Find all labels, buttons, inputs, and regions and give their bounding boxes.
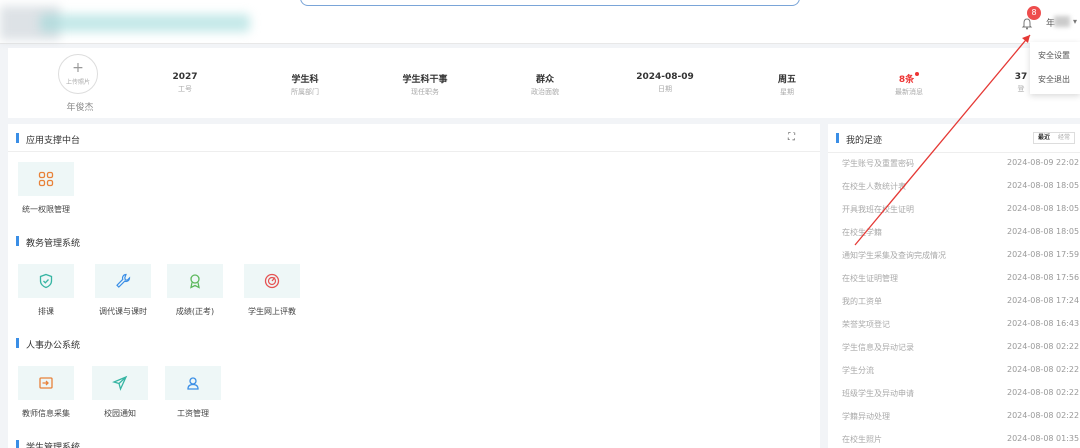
list-item[interactable]: 班级学生及异动申请 2024-08-08 02:22	[842, 388, 1080, 399]
list-item[interactable]: 荣誉奖项登记 2024-08-08 16:43	[842, 319, 1080, 330]
menu-item-security-settings[interactable]: 安全设置	[1030, 46, 1080, 66]
list-item[interactable]: 在校生人数统计表 2024-08-08 18:05	[842, 181, 1080, 192]
tile-campus-notice[interactable]: 校园通知	[90, 366, 150, 419]
gauge-icon	[244, 264, 300, 298]
toggle-recent[interactable]: 最近	[1034, 133, 1054, 143]
section-marker	[16, 338, 19, 348]
fullscreen-icon[interactable]: ⛶	[788, 132, 795, 143]
shield-check-icon	[18, 264, 74, 298]
list-item[interactable]: 通知学生采集及查询完成情况 2024-08-08 17:59	[842, 250, 1080, 261]
tile-substitute-classes[interactable]: 调代课与课时	[88, 264, 158, 317]
section-marker	[16, 133, 19, 143]
tile-label: 工资管理	[177, 409, 209, 418]
list-item[interactable]: 在校生学籍 2024-08-08 18:05	[842, 227, 1080, 238]
section-marker	[16, 236, 19, 246]
info-latest-messages[interactable]: 8条 最新消息	[854, 72, 964, 97]
section-title-student-mgmt: 学生管理系统	[26, 443, 81, 448]
list-item[interactable]: 学生分流 2024-08-08 02:22	[842, 365, 1080, 376]
notification-badge: 8	[1027, 6, 1041, 20]
tile-label: 学生网上评教	[248, 307, 296, 316]
user-dropdown-menu: 安全设置 安全退出	[1030, 42, 1080, 94]
recent-frequent-toggle[interactable]: 最近 经常	[1033, 132, 1076, 144]
tile-label: 排课	[38, 307, 54, 316]
top-header: 8 年 ▾	[0, 0, 1080, 44]
section-marker	[16, 440, 19, 448]
info-date: 2024-08-09 日期	[636, 72, 694, 93]
panel-title: 应用支撑中台	[26, 136, 81, 146]
info-department: 学生科 所属部门	[291, 75, 319, 96]
tile-unified-permission[interactable]: 统一权限管理	[16, 162, 76, 215]
tile-label: 调代课与课时	[99, 307, 147, 316]
list-item[interactable]: 开具我班在校生证明 2024-08-08 18:05	[842, 204, 1080, 215]
app-title-blurred	[40, 14, 250, 32]
user-full-name: 年俊杰	[66, 103, 94, 113]
tile-label: 成绩(正考)	[175, 307, 215, 316]
section-marker	[836, 133, 839, 143]
tile-teacher-info[interactable]: 教师信息采集	[14, 366, 78, 419]
profile-card: + 上传照片 年俊杰 2027 工号 学生科 所属部门 学生科干事 现任职务 群众 政治…	[8, 48, 1080, 118]
footprint-panel: 我的足迹 最近 经常 学生账号及重置密码 2024-08-09 22:02 在校生…	[828, 124, 1080, 448]
tile-label: 教师信息采集	[22, 409, 70, 418]
divider	[828, 152, 1080, 153]
browser-address-bar	[300, 0, 800, 6]
toggle-frequent[interactable]: 经常	[1054, 133, 1074, 143]
tile-label: 统一权限管理	[22, 205, 70, 214]
info-employee-id: 2027 工号	[172, 72, 198, 93]
list-item[interactable]: 学生信息及异动记录 2024-08-08 02:22	[842, 342, 1080, 353]
send-icon	[92, 366, 148, 400]
unread-dot	[915, 72, 920, 76]
user-name-blurred	[1054, 16, 1070, 27]
tile-label: 校园通知	[104, 409, 136, 418]
grid-apps-icon	[18, 162, 74, 196]
info-position: 学生科干事 现任职务	[402, 75, 448, 96]
tile-grades[interactable]: 成绩(正考)	[165, 264, 225, 317]
wrench-icon	[95, 264, 151, 298]
info-political-status: 群众 政治面貌	[531, 75, 559, 96]
avatar-upload[interactable]: + 上传照片	[58, 54, 98, 94]
menu-item-logout[interactable]: 安全退出	[1030, 70, 1080, 90]
upload-photo-label: 上传照片	[65, 79, 90, 86]
tile-student-evaluation[interactable]: 学生网上评教	[237, 264, 307, 317]
list-item[interactable]: 我的工资单 2024-08-08 17:24	[842, 296, 1080, 307]
panel-title: 我的足迹	[846, 136, 883, 146]
list-item[interactable]: 在校生照片 2024-08-08 01:35	[842, 434, 1080, 445]
tile-scheduling[interactable]: 排课	[16, 264, 76, 317]
login-box-icon	[18, 366, 74, 400]
list-item[interactable]: 在校生证明管理 2024-08-08 17:56	[842, 273, 1080, 284]
user-location-icon	[165, 366, 221, 400]
list-item[interactable]: 学籍异动处理 2024-08-08 02:22	[842, 411, 1080, 422]
award-icon	[167, 264, 223, 298]
section-title-hr-office: 人事办公系统	[26, 341, 81, 351]
chevron-down-icon[interactable]: ▾	[1073, 17, 1077, 26]
panel-header: 应用支撑中台 ⛶	[8, 124, 820, 152]
tile-salary[interactable]: 工资管理	[163, 366, 223, 419]
info-weekday: 周五 星期	[777, 75, 796, 96]
list-item[interactable]: 学生账号及重置密码 2024-08-09 22:02	[842, 158, 1080, 169]
section-title-academic: 教务管理系统	[26, 239, 81, 249]
app-center-panel: 应用支撑中台 ⛶ 统一权限管理 教务管理系统 排课 调代课与课时 成绩(正考) …	[8, 124, 820, 448]
plus-icon: +	[72, 60, 84, 76]
